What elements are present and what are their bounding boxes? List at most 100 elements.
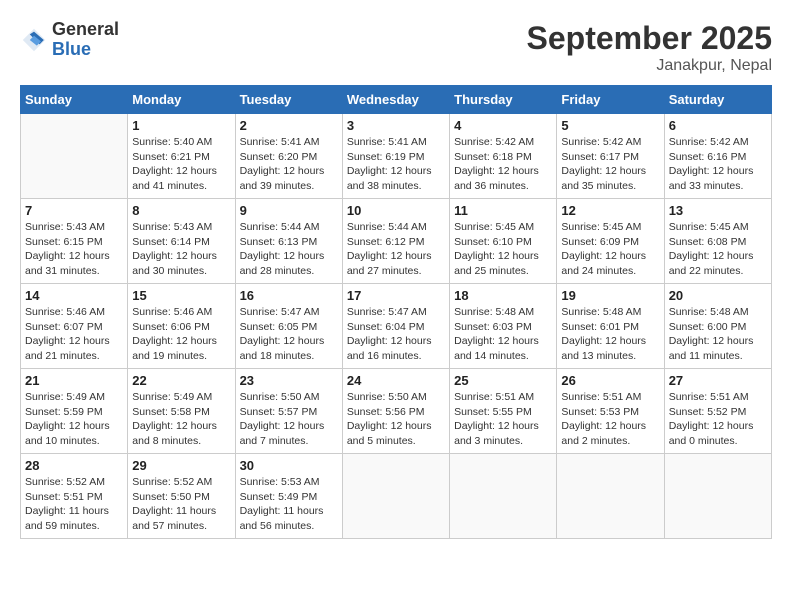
day-number: 13 (669, 203, 767, 218)
calendar-cell: 20Sunrise: 5:48 AMSunset: 6:00 PMDayligh… (664, 284, 771, 369)
calendar-cell: 2Sunrise: 5:41 AMSunset: 6:20 PMDaylight… (235, 114, 342, 199)
day-number: 6 (669, 118, 767, 133)
day-info: Sunrise: 5:45 AMSunset: 6:09 PMDaylight:… (561, 220, 659, 279)
calendar-cell: 26 Sunrise: 5:51 AMSunset: 5:53 PMDayligh… (557, 369, 664, 454)
week-row-3: 14 Sunrise: 5:46 AMSunset: 6:07 PMDayligh… (21, 284, 772, 369)
calendar-cell: 28 Sunrise: 5:52 AMSunset: 5:51 PMDayligh… (21, 454, 128, 539)
calendar-cell: 3 Sunrise: 5:41 AMSunset: 6:19 PMDaylight… (342, 114, 449, 199)
day-info: Sunrise: 5:50 AMSunset: 5:57 PMDaylight:… (240, 390, 338, 449)
day-info: Sunrise: 5:47 AMSunset: 6:04 PMDaylight:… (347, 305, 445, 364)
weekday-header-tuesday: Tuesday (235, 86, 342, 114)
day-info: Sunrise: 5:45 AMSunset: 6:08 PMDaylight:… (669, 220, 767, 279)
calendar-cell: 7Sunrise: 5:43 AMSunset: 6:15 PMDaylight… (21, 199, 128, 284)
calendar-cell: 6Sunrise: 5:42 AMSunset: 6:16 PMDaylight… (664, 114, 771, 199)
day-number: 5 (561, 118, 659, 133)
day-number: 23 (240, 373, 338, 388)
calendar-cell: 10 Sunrise: 5:44 AMSunset: 6:12 PMDayligh… (342, 199, 449, 284)
day-number: 16 (240, 288, 338, 303)
day-number: 17 (347, 288, 445, 303)
calendar-cell (664, 454, 771, 539)
calendar-cell (557, 454, 664, 539)
day-info: Sunrise: 5:45 AMSunset: 6:10 PMDaylight:… (454, 220, 552, 279)
day-number: 18 (454, 288, 552, 303)
calendar-cell: 27Sunrise: 5:51 AMSunset: 5:52 PMDayligh… (664, 369, 771, 454)
day-info: Sunrise: 5:41 AMSunset: 6:20 PMDaylight:… (240, 135, 338, 194)
day-number: 25 (454, 373, 552, 388)
weekday-header-saturday: Saturday (664, 86, 771, 114)
day-info: Sunrise: 5:43 AMSunset: 6:14 PMDaylight:… (132, 220, 230, 279)
day-number: 12 (561, 203, 659, 218)
month-title: September 2025 (527, 20, 772, 57)
day-number: 3 (347, 118, 445, 133)
calendar-cell: 11Sunrise: 5:45 AMSunset: 6:10 PMDayligh… (450, 199, 557, 284)
day-info: Sunrise: 5:49 AMSunset: 5:59 PMDaylight:… (25, 390, 123, 449)
day-info: Sunrise: 5:42 AMSunset: 6:17 PMDaylight:… (561, 135, 659, 194)
calendar-cell (450, 454, 557, 539)
calendar-table: SundayMondayTuesdayWednesdayThursdayFrid… (20, 85, 772, 539)
day-number: 26 (561, 373, 659, 388)
day-number: 29 (132, 458, 230, 473)
calendar-cell (342, 454, 449, 539)
day-number: 10 (347, 203, 445, 218)
calendar-cell: 18Sunrise: 5:48 AMSunset: 6:03 PMDayligh… (450, 284, 557, 369)
day-number: 30 (240, 458, 338, 473)
day-info: Sunrise: 5:46 AMSunset: 6:07 PMDaylight:… (25, 305, 123, 364)
day-info: Sunrise: 5:52 AMSunset: 5:50 PMDaylight:… (132, 475, 230, 534)
day-info: Sunrise: 5:44 AMSunset: 6:13 PMDaylight:… (240, 220, 338, 279)
logo-icon (20, 26, 48, 54)
weekday-header-thursday: Thursday (450, 86, 557, 114)
day-info: Sunrise: 5:53 AMSunset: 5:49 PMDaylight:… (240, 475, 338, 534)
day-number: 22 (132, 373, 230, 388)
calendar-cell: 14 Sunrise: 5:46 AMSunset: 6:07 PMDayligh… (21, 284, 128, 369)
day-info: Sunrise: 5:49 AMSunset: 5:58 PMDaylight:… (132, 390, 230, 449)
week-row-5: 28 Sunrise: 5:52 AMSunset: 5:51 PMDayligh… (21, 454, 772, 539)
title-block: September 2025 Janakpur, Nepal (527, 20, 772, 75)
day-number: 9 (240, 203, 338, 218)
calendar-cell: 21 Sunrise: 5:49 AMSunset: 5:59 PMDayligh… (21, 369, 128, 454)
calendar-cell: 25Sunrise: 5:51 AMSunset: 5:55 PMDayligh… (450, 369, 557, 454)
day-number: 21 (25, 373, 123, 388)
logo-text: General Blue (52, 20, 119, 60)
day-info: Sunrise: 5:47 AMSunset: 6:05 PMDaylight:… (240, 305, 338, 364)
day-info: Sunrise: 5:50 AMSunset: 5:56 PMDaylight:… (347, 390, 445, 449)
weekday-header-friday: Friday (557, 86, 664, 114)
day-number: 20 (669, 288, 767, 303)
page-header: General Blue September 2025 Janakpur, Ne… (20, 20, 772, 75)
calendar-cell: 5 Sunrise: 5:42 AMSunset: 6:17 PMDaylight… (557, 114, 664, 199)
calendar-cell (21, 114, 128, 199)
day-info: Sunrise: 5:41 AMSunset: 6:19 PMDaylight:… (347, 135, 445, 194)
week-row-4: 21 Sunrise: 5:49 AMSunset: 5:59 PMDayligh… (21, 369, 772, 454)
weekday-header-wednesday: Wednesday (342, 86, 449, 114)
calendar-cell: 29 Sunrise: 5:52 AMSunset: 5:50 PMDayligh… (128, 454, 235, 539)
day-number: 8 (132, 203, 230, 218)
calendar-cell: 8 Sunrise: 5:43 AMSunset: 6:14 PMDaylight… (128, 199, 235, 284)
day-info: Sunrise: 5:44 AMSunset: 6:12 PMDaylight:… (347, 220, 445, 279)
day-number: 27 (669, 373, 767, 388)
day-info: Sunrise: 5:52 AMSunset: 5:51 PMDaylight:… (25, 475, 123, 534)
calendar-cell: 12 Sunrise: 5:45 AMSunset: 6:09 PMDayligh… (557, 199, 664, 284)
week-row-1: 1Sunrise: 5:40 AMSunset: 6:21 PMDaylight… (21, 114, 772, 199)
location-subtitle: Janakpur, Nepal (527, 57, 772, 75)
day-info: Sunrise: 5:46 AMSunset: 6:06 PMDaylight:… (132, 305, 230, 364)
day-number: 14 (25, 288, 123, 303)
day-info: Sunrise: 5:42 AMSunset: 6:18 PMDaylight:… (454, 135, 552, 194)
calendar-cell: 24 Sunrise: 5:50 AMSunset: 5:56 PMDayligh… (342, 369, 449, 454)
day-number: 24 (347, 373, 445, 388)
day-number: 1 (132, 118, 230, 133)
calendar-cell: 23 Sunrise: 5:50 AMSunset: 5:57 PMDayligh… (235, 369, 342, 454)
day-info: Sunrise: 5:48 AMSunset: 6:01 PMDaylight:… (561, 305, 659, 364)
calendar-cell: 4 Sunrise: 5:42 AMSunset: 6:18 PMDaylight… (450, 114, 557, 199)
day-info: Sunrise: 5:43 AMSunset: 6:15 PMDaylight:… (25, 220, 123, 279)
day-info: Sunrise: 5:51 AMSunset: 5:53 PMDaylight:… (561, 390, 659, 449)
calendar-cell: 17 Sunrise: 5:47 AMSunset: 6:04 PMDayligh… (342, 284, 449, 369)
calendar-cell: 1Sunrise: 5:40 AMSunset: 6:21 PMDaylight… (128, 114, 235, 199)
calendar-cell: 19Sunrise: 5:48 AMSunset: 6:01 PMDayligh… (557, 284, 664, 369)
day-number: 28 (25, 458, 123, 473)
calendar-cell: 15Sunrise: 5:46 AMSunset: 6:06 PMDayligh… (128, 284, 235, 369)
calendar-cell: 22 Sunrise: 5:49 AMSunset: 5:58 PMDayligh… (128, 369, 235, 454)
weekday-header-sunday: Sunday (21, 86, 128, 114)
calendar-cell: 9 Sunrise: 5:44 AMSunset: 6:13 PMDaylight… (235, 199, 342, 284)
calendar-cell: 16 Sunrise: 5:47 AMSunset: 6:05 PMDayligh… (235, 284, 342, 369)
weekday-header-monday: Monday (128, 86, 235, 114)
day-number: 4 (454, 118, 552, 133)
